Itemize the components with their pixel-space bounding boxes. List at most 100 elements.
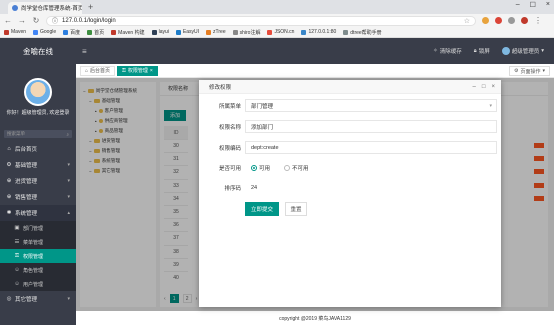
available-yes-radio[interactable]: 可用: [251, 164, 270, 172]
permission-code-input[interactable]: dept:create: [245, 141, 497, 154]
bookmark-item[interactable]: zTree: [206, 29, 226, 35]
menu-kebab-icon[interactable]: ⋮: [534, 16, 542, 25]
close-window-icon[interactable]: ×: [546, 1, 550, 9]
chevron-down-icon: ▾: [542, 68, 545, 74]
tab-permission[interactable]: ⚿ 权限管理 ×: [117, 65, 158, 76]
bookmark-item[interactable]: JSON.cn: [267, 29, 294, 35]
bookmark-icon: [343, 29, 349, 35]
new-tab-button[interactable]: +: [88, 2, 93, 12]
info-icon: ⓘ: [52, 19, 59, 25]
modal-title: 修改权限: [209, 84, 232, 91]
role-icon: ☺: [14, 267, 20, 273]
bookmark-item[interactable]: 首页: [87, 29, 104, 36]
bookmark-item[interactable]: 127.0.0.1:80: [301, 29, 336, 35]
sidebar-sub-permission[interactable]: ⚿ 权限管理: [0, 249, 76, 263]
available-field-label: 是否可用: [218, 165, 241, 172]
bookmark-item[interactable]: EasyUI: [175, 29, 199, 35]
chevron-down-icon: ▾: [67, 178, 70, 184]
sidebar-sub-user[interactable]: ☺ 用户管理: [0, 277, 76, 291]
chevron-down-icon: ▾: [67, 194, 70, 200]
bookmark-icon: [206, 29, 211, 35]
tab-favicon-icon: [12, 5, 18, 11]
name-field-label: 权限名称: [218, 124, 241, 131]
reset-button[interactable]: 重置: [285, 202, 307, 216]
sidebar-item-basic[interactable]: ⚙ 基础管理 ▾: [0, 157, 76, 173]
profile-icon[interactable]: [521, 17, 528, 24]
dept-icon: ▣: [14, 225, 20, 231]
bookmark-item[interactable]: Maven: [4, 29, 26, 35]
browser-tab[interactable]: 尚学堂仓库管理系统-首页 ×: [8, 2, 82, 14]
bookmark-item[interactable]: layui: [151, 29, 169, 35]
extension-icon[interactable]: [495, 17, 502, 24]
reload-icon[interactable]: ↻: [32, 16, 40, 25]
gear-icon: ⚙: [513, 68, 519, 74]
bookmark-icon: [301, 29, 307, 35]
submit-button[interactable]: 立即提交: [245, 202, 279, 216]
bookmark-item[interactable]: Maven 构建: [111, 29, 145, 36]
cart-icon: ⊕: [6, 178, 12, 184]
user-icon: ☺: [14, 281, 20, 287]
bookmark-item[interactable]: shiro注解: [232, 29, 260, 36]
avatar: [501, 47, 510, 55]
browser-tabstrip: 尚学堂仓库管理系统-首页 × + – ☐ ×: [0, 0, 554, 14]
permission-name-input[interactable]: 添加部门: [245, 120, 497, 133]
menu-toggle-icon[interactable]: ≡: [82, 47, 87, 56]
extension-icon[interactable]: [482, 17, 489, 24]
minimize-icon[interactable]: –: [473, 84, 476, 90]
user-avatar[interactable]: [24, 78, 52, 106]
lock-screen-button[interactable]: 🔒︎ 锁屏: [473, 47, 490, 56]
lock-icon: 🔒︎: [473, 47, 477, 54]
sidebar-item-sales[interactable]: ⊕ 销售管理 ▾: [0, 189, 76, 205]
sidebar-sub-menu[interactable]: ☰ 菜单管理: [0, 235, 76, 249]
sidebar-item-other[interactable]: ◎ 其它管理 ▾: [0, 291, 76, 307]
edit-permission-modal: 修改权限 – □ × 所属菜单 部门管理 ▾ 权限名称 添加部门 权限编码 dep…: [199, 80, 501, 307]
url-text: 127.0.0.1/login/login: [62, 17, 116, 24]
sidebar-sub-dept[interactable]: ▣ 部门管理: [0, 221, 76, 235]
maximize-icon[interactable]: □: [482, 84, 486, 90]
url-input[interactable]: ⓘ 127.0.0.1/login/login ☆: [46, 15, 476, 26]
tab-title: 尚学堂仓库管理系统-首页: [21, 6, 82, 12]
order-number-input[interactable]: 24: [245, 185, 257, 191]
broom-icon: ✧: [433, 48, 438, 54]
app-logo: 金喻在线: [23, 46, 53, 56]
bookmark-icon: [267, 29, 273, 35]
bookmark-item[interactable]: 百度: [63, 29, 80, 36]
back-icon[interactable]: ←: [4, 16, 12, 25]
close-icon[interactable]: ×: [491, 84, 495, 90]
chevron-down-icon: ▾: [67, 296, 70, 302]
other-icon: ◎: [6, 296, 12, 302]
clear-cache-button[interactable]: ✧ 清除缓存: [433, 47, 462, 55]
bookmark-icon: [151, 29, 157, 35]
menu-field-label: 所属菜单: [218, 103, 241, 110]
menu-select[interactable]: 部门管理 ▾: [245, 99, 497, 112]
footer: copyright @2019 菜鸟JAVA1129: [76, 311, 554, 325]
bookmark-icon: [87, 29, 93, 35]
bookmark-icon: [111, 29, 117, 35]
bookmark-icon: [232, 29, 238, 35]
forward-icon[interactable]: →: [18, 16, 26, 25]
key-icon: ⚿: [14, 252, 20, 259]
sidebar-sub-role[interactable]: ☺ 角色管理: [0, 263, 76, 277]
maximize-icon[interactable]: ☐: [530, 1, 536, 9]
sidebar-item-system[interactable]: ✱ 系统管理 ▴: [0, 205, 76, 221]
page-ops-dropdown[interactable]: ⚙ 页面操作 ▾: [508, 66, 550, 76]
welcome-text: 你好！超级管理员, 欢迎登录: [6, 110, 70, 116]
bookmark-icon: [33, 29, 39, 35]
bookmarks-bar: Maven Google 百度 首页 Maven 构建 layui EasyUI zTree s…: [0, 27, 554, 38]
user-menu[interactable]: 超级管理员 ▾: [501, 47, 544, 55]
bookmark-item[interactable]: Google: [33, 29, 56, 35]
bookmark-star-icon[interactable]: ☆: [464, 17, 470, 25]
chevron-down-icon: ▾: [541, 48, 544, 54]
available-no-radio[interactable]: 不可用: [284, 164, 309, 172]
menu-search-input[interactable]: 搜索菜单 ⌕: [4, 130, 72, 138]
sidebar-item-purchase[interactable]: ⊕ 进货管理 ▾: [0, 173, 76, 189]
setting-icon: ✱: [6, 210, 12, 216]
close-icon[interactable]: ×: [150, 68, 153, 74]
tab-home[interactable]: ⌂ 后台首页: [80, 65, 116, 76]
minimize-icon[interactable]: –: [516, 1, 520, 9]
extension-icon[interactable]: [508, 17, 515, 24]
order-field-label: 排序码: [224, 185, 241, 192]
sidebar-item-home[interactable]: ⌂ 后台首页: [0, 141, 76, 157]
bookmark-item[interactable]: dtree帮助手册: [343, 29, 382, 36]
bookmark-icon: [4, 29, 9, 35]
